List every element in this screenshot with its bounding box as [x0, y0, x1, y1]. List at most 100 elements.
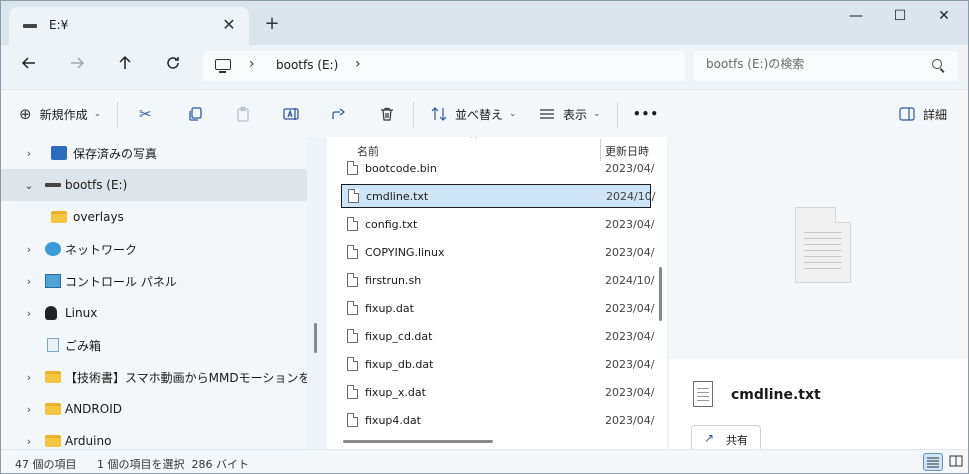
sort-icon — [431, 107, 447, 121]
file-icon — [347, 301, 358, 315]
search-icon[interactable] — [932, 59, 942, 69]
rename-button[interactable] — [283, 90, 301, 138]
delete-button[interactable] — [379, 90, 395, 138]
file-row[interactable]: bootcode.bin 2023/04/ — [341, 157, 654, 181]
navigation-pane[interactable]: › 保存済みの写真 ⌄ bootfs (E:) overlays › ネットワー… — [1, 137, 307, 449]
breadcrumb-drive[interactable]: bootfs (E:) — [276, 58, 338, 72]
text-file-icon — [348, 189, 359, 203]
up-button[interactable] — [111, 53, 139, 79]
file-row[interactable]: config.txt 2023/04/ — [341, 213, 654, 237]
chevron-right-icon[interactable]: › — [23, 435, 35, 448]
tiles-view-icon — [949, 455, 963, 467]
horizontal-scrollbar[interactable] — [343, 440, 493, 443]
chevron-down-icon: ⌄ — [509, 109, 517, 119]
vertical-scrollbar[interactable] — [659, 267, 662, 321]
nav-item-network[interactable]: › ネットワーク — [1, 233, 307, 265]
pictures-icon — [51, 146, 67, 160]
nav-item-recycle-bin[interactable]: ごみ箱 — [1, 329, 307, 361]
search-input[interactable] — [706, 57, 926, 71]
chevron-down-icon: ⌄ — [93, 109, 102, 119]
view-button[interactable]: 表示 ⌄ — [539, 90, 601, 138]
chevron-right-icon[interactable]: › — [23, 275, 35, 288]
nav-item-linux[interactable]: › Linux — [1, 297, 307, 329]
back-button[interactable] — [15, 53, 43, 79]
chevron-right-icon[interactable]: › — [249, 56, 255, 72]
splitter-grip[interactable] — [314, 323, 317, 353]
copy-icon — [189, 107, 202, 121]
new-tab-button[interactable]: + — [261, 13, 283, 35]
arrow-right-icon — [71, 57, 85, 69]
details-pane-button[interactable]: 詳細 — [899, 90, 947, 138]
chevron-down-icon[interactable]: ⌄ — [23, 179, 35, 192]
file-date: 2023/04/ — [605, 330, 655, 343]
search-box[interactable] — [694, 51, 958, 81]
folder-icon — [45, 371, 61, 383]
status-bar: 47 個の項目 1 個の項目を選択 286 バイト — [1, 449, 968, 473]
close-window-button[interactable]: ✕ — [921, 5, 967, 29]
drive-icon — [45, 183, 61, 187]
chevron-right-icon[interactable]: › — [23, 147, 35, 160]
file-row[interactable]: fixup.dat 2023/04/ — [341, 297, 654, 321]
nav-label: ごみ箱 — [65, 338, 102, 353]
tiles-view-button[interactable] — [947, 453, 967, 471]
maximize-button[interactable]: ☐ — [877, 5, 923, 29]
close-tab-icon[interactable]: ✕ — [219, 15, 239, 35]
nav-item-arduino[interactable]: › Arduino — [1, 425, 307, 449]
folder-icon — [51, 211, 67, 223]
file-name: fixup.dat — [365, 302, 414, 315]
nav-item-android[interactable]: › ANDROID — [1, 393, 307, 425]
file-icon — [347, 357, 358, 371]
file-icon — [347, 161, 358, 175]
file-row[interactable]: firstrun.sh 2024/10/ — [341, 269, 654, 293]
share-toolbar-button[interactable] — [331, 90, 347, 138]
nav-item-saved-pictures[interactable]: › 保存済みの写真 — [1, 137, 307, 169]
control-panel-icon — [45, 274, 61, 288]
chevron-right-icon[interactable]: › — [355, 56, 361, 72]
file-name: COPYING.linux — [365, 246, 445, 259]
nav-item-control-panel[interactable]: › コントロール パネル — [1, 265, 307, 297]
sort-button[interactable]: 並べ替え ⌄ — [431, 90, 517, 138]
file-name: fixup_db.dat — [365, 358, 434, 371]
chevron-right-icon[interactable]: › — [23, 371, 35, 384]
details-view-button[interactable] — [923, 453, 943, 471]
chevron-right-icon[interactable]: › — [23, 403, 35, 416]
address-bar[interactable]: › bootfs (E:) › — [203, 51, 685, 81]
file-date: 2023/04/ — [605, 246, 655, 259]
file-row[interactable]: COPYING.linux 2023/04/ — [341, 241, 655, 265]
cut-button[interactable]: ✂ — [139, 90, 152, 138]
file-explorer-window: E:¥ ✕ + — ☐ ✕ › bootfs (E:) › bootfs (E:… — [0, 0, 969, 474]
file-row[interactable]: fixup4.dat 2023/04/ — [341, 409, 654, 433]
paste-button[interactable] — [235, 90, 251, 138]
nav-item-mmd-book[interactable]: › 【技術書】スマホ動画からMMDモーションを作る — [1, 361, 307, 393]
file-row[interactable]: fixup_cd.dat 2023/04/ — [341, 325, 655, 349]
sort-label: 並べ替え — [455, 107, 504, 122]
forward-button[interactable] — [63, 53, 91, 79]
new-button[interactable]: ⊕ 新規作成 ⌄ — [19, 90, 101, 138]
nav-label: bootfs (E:) — [65, 178, 128, 192]
nav-item-bootfs[interactable]: ⌄ bootfs (E:) — [1, 169, 307, 201]
file-list[interactable]: ^ 名前 更新日時 bootcode.bin 2023/04/ cmdline.… — [327, 137, 667, 449]
file-icon — [347, 245, 358, 259]
file-row-selected[interactable]: cmdline.txt 2024/10/ — [341, 184, 655, 208]
pane-splitter[interactable] — [307, 137, 325, 449]
details-label: 詳細 — [923, 107, 948, 122]
nav-label: 保存済みの写真 — [73, 146, 158, 161]
share-icon — [332, 108, 346, 119]
share-label: 共有 — [726, 434, 748, 447]
details-view-icon — [927, 457, 939, 468]
chevron-right-icon[interactable]: › — [23, 307, 35, 320]
chevron-right-icon[interactable]: › — [23, 243, 35, 256]
folder-icon — [45, 403, 61, 415]
file-name: bootcode.bin — [365, 162, 437, 175]
refresh-button[interactable] — [159, 53, 187, 79]
tab-drive-e[interactable]: E:¥ ✕ — [9, 7, 249, 45]
minimize-button[interactable]: — — [833, 5, 879, 29]
copy-button[interactable] — [187, 90, 203, 138]
share-button[interactable]: ↗ 共有 — [691, 425, 761, 451]
file-row[interactable]: fixup_db.dat 2023/04/ — [341, 353, 654, 377]
file-row[interactable]: fixup_x.dat 2023/04/ — [341, 381, 654, 405]
nav-label: ANDROID — [65, 402, 122, 416]
more-options-button[interactable]: ••• — [633, 90, 659, 138]
nav-item-overlays[interactable]: overlays — [1, 201, 307, 233]
file-date: 2024/10/ — [606, 190, 656, 203]
